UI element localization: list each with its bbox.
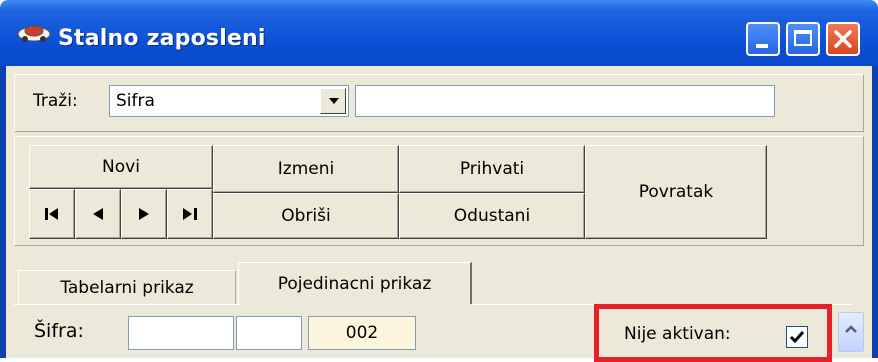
last-record-button[interactable]: [167, 189, 213, 239]
scroll-up-button[interactable]: [838, 312, 864, 352]
tab-single-view[interactable]: Pojedinacni prikaz: [238, 262, 472, 304]
first-record-icon: [45, 208, 58, 220]
inactive-label: Nije aktivan:: [624, 324, 731, 344]
new-button[interactable]: Novi: [29, 145, 213, 189]
code-label: Šifra:: [34, 320, 84, 342]
window-title: Stalno zaposleni: [58, 26, 266, 51]
next-record-icon: [139, 208, 149, 220]
dropdown-arrow-button[interactable]: [320, 88, 346, 114]
toolbar-panel: Novi Izmeni Prihvati Povratak Obriši Odu…: [14, 136, 864, 246]
checkmark-icon: [789, 331, 805, 344]
search-panel: Traži: Sifra: [14, 74, 864, 132]
tab-table-view[interactable]: Tabelarni prikaz: [18, 270, 236, 304]
search-input[interactable]: [355, 85, 775, 117]
cancel-button[interactable]: Odustani: [399, 193, 585, 239]
chevron-down-icon: [329, 98, 339, 104]
car-icon: [17, 25, 51, 42]
search-label: Traži:: [33, 91, 78, 111]
previous-record-button[interactable]: [75, 189, 121, 239]
delete-button[interactable]: Obriši: [213, 193, 399, 239]
code-field-value[interactable]: 002: [308, 316, 416, 350]
tab-divider: [14, 304, 240, 305]
search-field-select[interactable]: Sifra: [109, 85, 349, 117]
code-field-part1[interactable]: [128, 316, 234, 350]
back-button[interactable]: Povratak: [585, 145, 767, 239]
close-icon: [834, 30, 852, 48]
search-field-value: Sifra: [116, 91, 155, 111]
next-record-button[interactable]: [121, 189, 167, 239]
code-field-part2[interactable]: [236, 316, 302, 350]
first-record-button[interactable]: [29, 189, 75, 239]
inactive-checkbox[interactable]: [786, 326, 808, 348]
chevron-up-icon: [845, 325, 857, 333]
close-button[interactable]: [826, 22, 860, 56]
previous-record-icon: [93, 208, 103, 220]
edit-button[interactable]: Izmeni: [213, 145, 399, 193]
minimize-button[interactable]: [746, 22, 780, 56]
last-record-icon: [183, 208, 197, 220]
accept-button[interactable]: Prihvati: [399, 145, 585, 193]
maximize-button[interactable]: [786, 22, 820, 56]
